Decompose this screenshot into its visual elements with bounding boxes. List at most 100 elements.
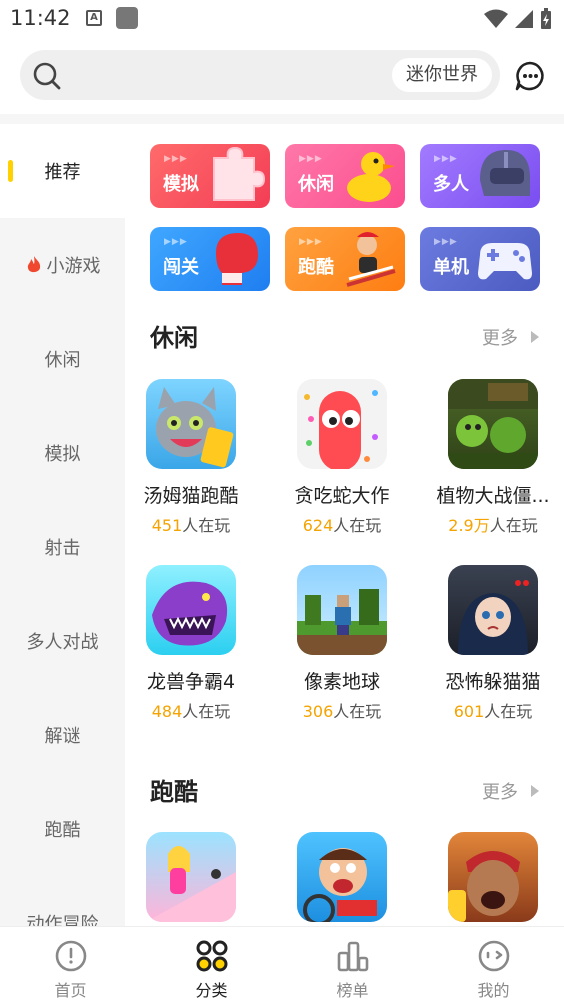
category-tile-single[interactable]: ▶▶▶ 单机 <box>420 227 540 291</box>
category-tile-levels[interactable]: ▶▶▶ 闯关 <box>150 227 270 291</box>
game-card-pixel-earth[interactable]: 像素地球 306人在玩 <box>272 565 412 722</box>
boxing-glove-icon <box>216 233 258 285</box>
game-card[interactable] <box>125 832 261 922</box>
tab-label: 榜单 <box>336 981 369 1000</box>
caret-right-icon <box>531 331 539 343</box>
game-icon-plants-vs-zombies <box>448 379 538 469</box>
game-name: 恐怖躲猫猫 <box>445 671 541 693</box>
duck-icon <box>347 152 395 202</box>
sidebar-item-simulation[interactable]: 模拟 <box>0 406 125 500</box>
section-title-casual: 休闲 <box>150 324 198 352</box>
game-card-snake[interactable]: 贪吃蛇大作 624人在玩 <box>272 379 412 536</box>
active-indicator <box>8 160 13 182</box>
sidebar-item-casual[interactable]: 休闲 <box>0 312 125 406</box>
game-name: 植物大战僵... <box>436 485 550 507</box>
tab-mine[interactable]: 我的 <box>423 927 564 1004</box>
bottom-tab-bar: 首页 分类 榜单 我的 <box>0 926 564 1004</box>
category-tile-label: 跑酷 <box>298 257 334 278</box>
game-icon <box>448 832 538 922</box>
category-tile-label: 单机 <box>433 257 469 278</box>
sidebar-item-multiplayer[interactable]: 多人对战 <box>0 594 125 688</box>
tab-home[interactable]: 首页 <box>0 927 141 1004</box>
category-tile-label: 闯关 <box>163 257 199 278</box>
sidebar-item-shooting[interactable]: 射击 <box>0 500 125 594</box>
puzzle-icon <box>213 146 266 201</box>
game-card-horror-hide-seek[interactable]: 恐怖躲猫猫 601人在玩 <box>423 565 563 722</box>
tab-category[interactable]: 分类 <box>141 927 282 1004</box>
category-tile-multiplayer[interactable]: ▶▶▶ 多人 <box>420 144 540 208</box>
game-plays: 601人在玩 <box>453 702 533 721</box>
sidebar-item-label: 射击 <box>44 538 81 559</box>
sidebar-item-label: 模拟 <box>44 444 81 465</box>
sidebar-item-parkour[interactable]: 跑酷 <box>0 782 125 876</box>
game-icon-horror-hide-seek <box>448 565 538 655</box>
more-button-parkour[interactable]: 更多 <box>482 778 540 804</box>
runner-icon <box>346 232 396 287</box>
game-icon <box>297 832 387 922</box>
game-plays: 451人在玩 <box>151 516 231 535</box>
status-time: 11:42 <box>10 6 71 30</box>
sidebar-item-puzzle[interactable]: 解谜 <box>0 688 125 782</box>
tab-ranking[interactable]: 榜单 <box>282 927 423 1004</box>
message-icon[interactable] <box>514 60 546 92</box>
sidebar-item-label: 解谜 <box>44 726 81 747</box>
game-icon-dragon-war <box>146 565 236 655</box>
more-button-casual[interactable]: 更多 <box>482 324 540 350</box>
sidebar-item-mini-games[interactable]: 小游戏 <box>0 218 125 312</box>
sidebar-item-label: 多人对战 <box>26 632 99 653</box>
category-tile-label: 多人 <box>433 174 469 195</box>
game-plays: 2.9万人在玩 <box>448 516 538 535</box>
fire-icon <box>27 256 40 273</box>
battery-icon <box>541 8 551 29</box>
caret-right-icon <box>531 785 539 797</box>
sidebar-item-recommend[interactable]: 推荐 <box>0 124 125 218</box>
sidebar-item-label: 推荐 <box>44 162 81 183</box>
game-name: 贪吃蛇大作 <box>294 485 390 507</box>
search-input[interactable]: 迷你世界 <box>20 50 500 100</box>
profile-face-icon <box>478 940 509 972</box>
status-bar: 11:42 A <box>0 0 564 38</box>
game-card-plants-vs-zombies[interactable]: 植物大战僵... 2.9万人在玩 <box>423 379 563 536</box>
section-title-parkour: 跑酷 <box>150 778 198 806</box>
search-icon <box>33 62 61 90</box>
gamepad-icon <box>478 243 532 280</box>
game-icon-talking-tom <box>146 379 236 469</box>
game-icon <box>146 832 236 922</box>
sidebar-item-action-adventure[interactable]: 动作冒险 <box>0 876 125 926</box>
category-tile-label: 模拟 <box>163 174 199 195</box>
signal-icon <box>515 10 533 28</box>
category-grid-icon <box>196 940 227 972</box>
category-tile-parkour[interactable]: ▶▶▶ 跑酷 <box>285 227 405 291</box>
header: 迷你世界 <box>0 38 564 114</box>
game-card-talking-tom[interactable]: 汤姆猫跑酷 451人在玩 <box>125 379 261 536</box>
category-tile-casual[interactable]: ▶▶▶ 休闲 <box>285 144 405 208</box>
game-name: 像素地球 <box>303 671 380 693</box>
game-name: 汤姆猫跑酷 <box>143 485 239 507</box>
game-plays: 484人在玩 <box>151 702 231 721</box>
header-divider <box>0 114 564 124</box>
sidebar-item-label: 动作冒险 <box>26 914 99 926</box>
game-card[interactable] <box>272 832 412 922</box>
game-card-dragon-war[interactable]: 龙兽争霸4 484人在玩 <box>125 565 261 722</box>
helmet-icon <box>480 150 530 196</box>
game-plays: 306人在玩 <box>302 702 382 721</box>
search-hot-tag[interactable]: 迷你世界 <box>392 58 492 92</box>
notification-app-icon <box>116 7 138 29</box>
game-name: 龙兽争霸4 <box>146 671 236 693</box>
game-card[interactable] <box>423 832 563 922</box>
status-icons <box>484 8 552 30</box>
game-icon-pixel-earth <box>297 565 387 655</box>
more-label: 更多 <box>482 782 518 803</box>
tab-label: 分类 <box>195 981 228 1000</box>
category-content: ▶▶▶ 模拟 ▶▶▶ 休闲 ▶▶▶ 多人 ▶▶▶ 闯关 ▶▶▶ 跑酷 ▶▶▶ 单… <box>125 124 564 926</box>
category-sidebar: 推荐 小游戏 休闲 模拟 射击 多人对战 解谜 跑酷 动作冒险 <box>0 124 125 926</box>
sidebar-item-label: 小游戏 <box>46 256 101 277</box>
category-tile-label: 休闲 <box>298 174 334 195</box>
home-icon <box>55 940 86 972</box>
ranking-icon <box>337 941 368 972</box>
notification-a-icon: A <box>86 10 102 26</box>
game-icon-snake <box>297 379 387 469</box>
wifi-icon <box>484 9 508 28</box>
sidebar-item-label: 休闲 <box>44 350 81 371</box>
category-tile-simulation[interactable]: ▶▶▶ 模拟 <box>150 144 270 208</box>
